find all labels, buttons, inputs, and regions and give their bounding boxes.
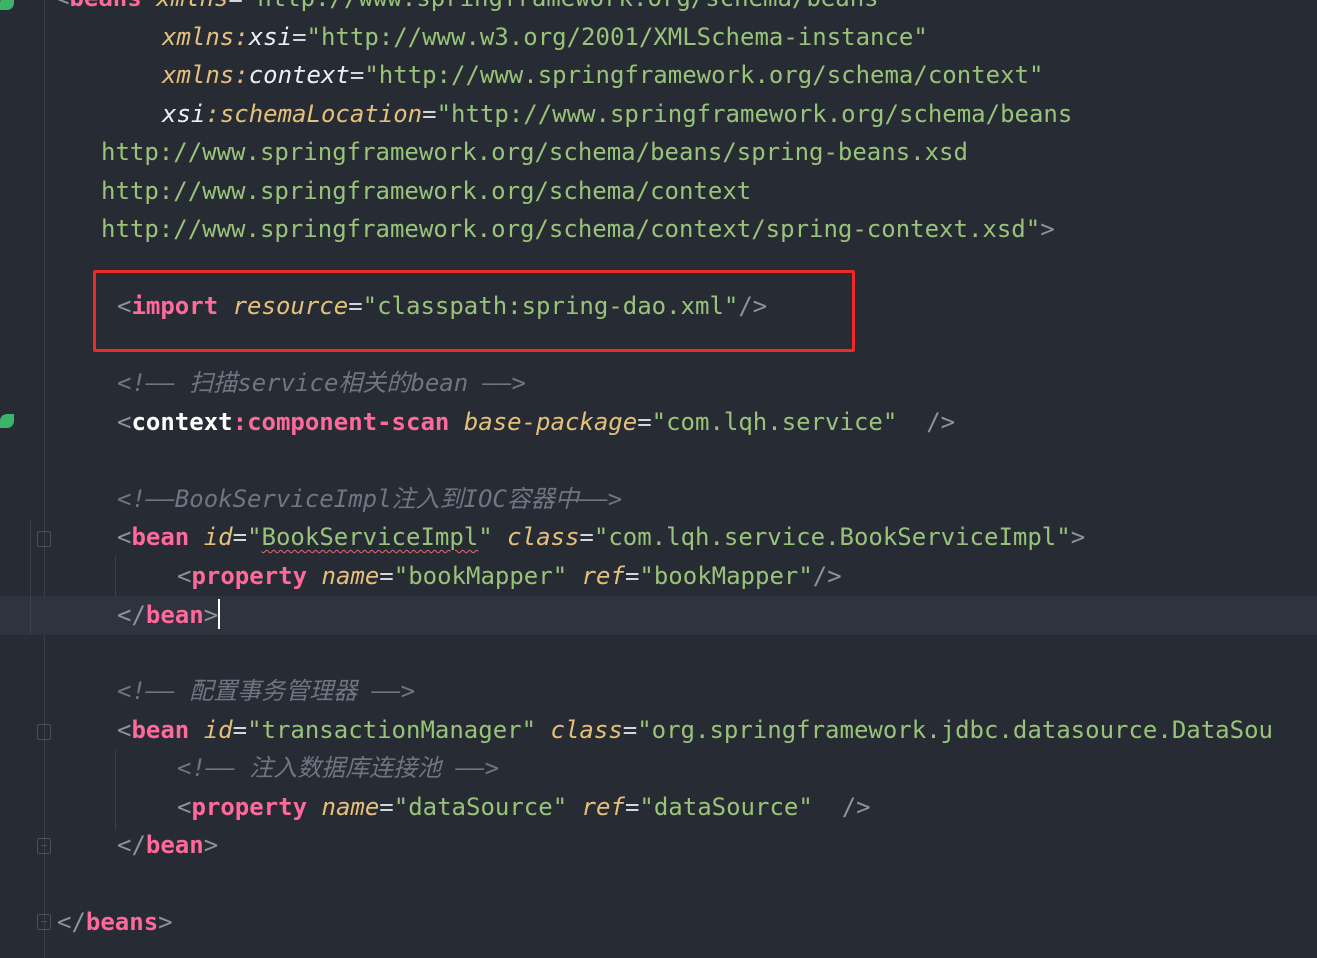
comment-line: <!—— 配置事务管理器 ——> [117, 677, 416, 705]
code-line: </beans> [57, 908, 173, 936]
text-cursor [218, 599, 221, 629]
code-line: <property name="bookMapper" ref="bookMap… [177, 562, 842, 590]
code-line: xsi:schemaLocation="http://www.springfra… [162, 100, 1073, 128]
code-line: xmlns:context="http://www.springframewor… [162, 61, 1044, 89]
code-line: http://www.springframework.org/schema/co… [101, 215, 1055, 243]
code-line: http://www.springframework.org/schema/be… [101, 138, 968, 166]
code-line: xmlns:xsi="http://www.w3.org/2001/XMLSch… [162, 23, 928, 51]
code-line: <context:component-scan base-package="co… [117, 408, 956, 436]
code-line: <bean id="transactionManager" class="org… [117, 716, 1273, 744]
comment-line: <!—— 注入数据库连接池 ——> [177, 754, 500, 782]
code-line: <property name="dataSource" ref="dataSou… [177, 793, 871, 821]
code-line: </bean> [117, 831, 219, 859]
code-area[interactable]: <beans xmlns="http://www.springframework… [0, 0, 1317, 958]
comment-line: <!—— 扫描service相关的bean ——> [117, 369, 526, 397]
code-line: <bean id="BookServiceImpl" class="com.lq… [117, 523, 1086, 551]
highlight-box [93, 270, 855, 352]
code-line: <beans xmlns="http://www.springframework… [55, 0, 893, 17]
comment-line: <!——BookServiceImpl注入到IOC容器中——> [117, 485, 623, 513]
code-line: </bean> [117, 599, 221, 629]
code-editor[interactable]: <beans xmlns="http://www.springframework… [0, 0, 1317, 958]
code-line: http://www.springframework.org/schema/co… [101, 177, 752, 205]
